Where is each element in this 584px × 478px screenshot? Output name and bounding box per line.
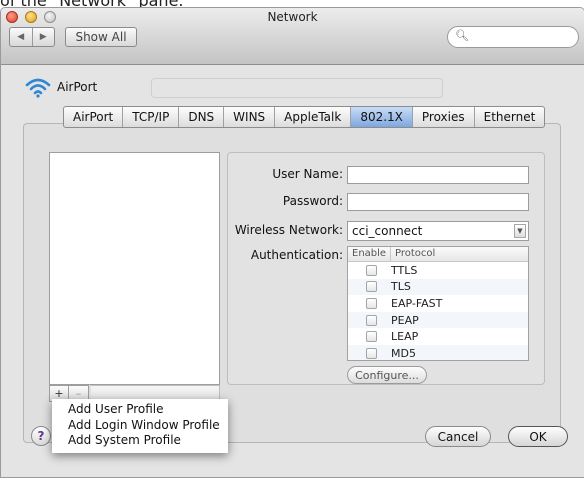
protocol-row: PEAP bbox=[348, 311, 528, 329]
back-forward-buttons: ◀ ▶ bbox=[9, 27, 55, 47]
menu-item-add-login-window-profile[interactable]: Add Login Window Profile bbox=[52, 418, 228, 434]
menu-item-add-user-profile[interactable]: Add User Profile bbox=[52, 402, 228, 418]
protocol-column-header: Protocol bbox=[395, 248, 436, 259]
configure-button[interactable]: Configure... bbox=[347, 366, 427, 384]
password-label: Password: bbox=[282, 194, 343, 208]
password-field[interactable] bbox=[347, 193, 529, 211]
tab-wins[interactable]: WINS bbox=[223, 107, 274, 127]
enable-column-header: Enable bbox=[348, 247, 391, 261]
user-name-label: User Name: bbox=[272, 167, 343, 181]
protocol-rows: TTLS TLS EAP-FAST PEAP LEAP MD5 bbox=[348, 262, 528, 360]
protocol-name: TLS bbox=[391, 280, 411, 294]
forward-arrow-icon[interactable]: ▶ bbox=[31, 28, 55, 46]
tab-802-1x[interactable]: 802.1X bbox=[350, 107, 412, 127]
protocol-row: TTLS bbox=[348, 262, 528, 279]
user-name-field[interactable] bbox=[347, 166, 529, 184]
tab-dns[interactable]: DNS bbox=[178, 107, 223, 127]
search-icon: 🔍︎ bbox=[455, 29, 469, 42]
add-profile-menu: Add User Profile Add Login Window Profil… bbox=[52, 399, 228, 453]
tab-ethernet[interactable]: Ethernet bbox=[473, 107, 545, 127]
enable-checkbox[interactable] bbox=[366, 331, 377, 343]
protocol-name: LEAP bbox=[391, 330, 419, 344]
help-button[interactable]: ? bbox=[31, 426, 51, 446]
menu-item-add-system-profile[interactable]: Add System Profile bbox=[52, 433, 228, 449]
wifi-icon bbox=[25, 78, 51, 98]
ok-button[interactable]: OK bbox=[508, 426, 568, 447]
tab-bar: AirPort TCP/IP DNS WINS AppleTalk 802.1X… bbox=[63, 106, 546, 128]
window-title: Network bbox=[267, 10, 318, 24]
authentication-label: Authentication: bbox=[250, 248, 343, 262]
protocol-name: TTLS bbox=[391, 263, 418, 277]
enable-checkbox[interactable] bbox=[366, 347, 377, 359]
cancel-button[interactable]: Cancel bbox=[425, 426, 491, 447]
wireless-network-label: Wireless Network: bbox=[234, 223, 343, 237]
chevron-down-icon[interactable]: ▼ bbox=[514, 224, 526, 238]
protocol-row: LEAP bbox=[348, 328, 528, 345]
service-name: AirPort bbox=[57, 80, 98, 94]
protocol-name: EAP-FAST bbox=[391, 296, 443, 310]
enable-checkbox[interactable] bbox=[366, 297, 377, 309]
enable-checkbox[interactable] bbox=[366, 314, 377, 326]
title-bar: Network ◀ ▶ Show All 🔍︎ bbox=[1, 8, 584, 65]
protocol-row: TLS bbox=[348, 278, 528, 296]
back-arrow-icon[interactable]: ◀ bbox=[10, 28, 32, 46]
background-location-bar bbox=[151, 78, 443, 98]
protocol-name: MD5 bbox=[391, 346, 416, 360]
wireless-network-combo[interactable]: cci_connect ▼ bbox=[347, 221, 529, 241]
show-all-button[interactable]: Show All bbox=[65, 27, 137, 47]
table-header: Enable Protocol bbox=[348, 247, 528, 262]
protocol-row: EAP-FAST bbox=[348, 295, 528, 312]
tab-airport[interactable]: AirPort bbox=[64, 107, 122, 127]
search-input[interactable]: 🔍︎ bbox=[447, 26, 579, 48]
service-header: AirPort bbox=[25, 75, 97, 99]
authentication-table: Enable Protocol TTLS TLS EAP-FAST PEAP L… bbox=[347, 246, 529, 361]
protocol-name: PEAP bbox=[391, 313, 419, 327]
tab-appletalk[interactable]: AppleTalk bbox=[274, 107, 350, 127]
tab-proxies[interactable]: Proxies bbox=[411, 107, 474, 127]
protocol-row: MD5 bbox=[348, 344, 528, 360]
enable-checkbox[interactable] bbox=[366, 264, 377, 276]
wireless-network-value: cci_connect bbox=[352, 224, 423, 238]
tab-tcp-ip[interactable]: TCP/IP bbox=[122, 107, 178, 127]
profile-list[interactable] bbox=[49, 152, 220, 385]
network-window: Network ◀ ▶ Show All 🔍︎ AirPort AirPort … bbox=[0, 7, 584, 478]
enable-checkbox[interactable] bbox=[366, 281, 377, 293]
